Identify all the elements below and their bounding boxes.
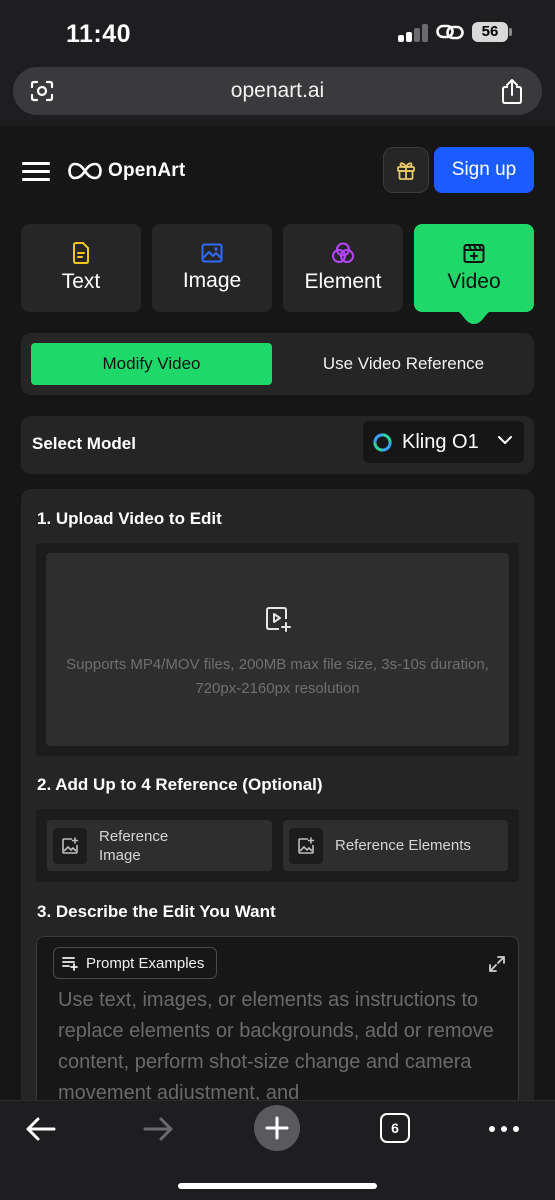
edit-panel: 1. Upload Video to Edit Supports MP4/MOV… bbox=[21, 489, 534, 1136]
reference-elements-label: Reference Elements bbox=[335, 837, 471, 854]
brand-logo[interactable]: OpenArt bbox=[68, 158, 185, 184]
use-video-reference-button[interactable]: Use Video Reference bbox=[283, 343, 524, 385]
model-dropdown[interactable]: Kling O1 bbox=[363, 421, 524, 463]
share-icon[interactable] bbox=[500, 77, 524, 105]
circles-icon bbox=[332, 242, 354, 263]
model-name: Kling O1 bbox=[402, 430, 479, 453]
url-text[interactable]: openart.ai bbox=[13, 79, 542, 103]
gift-icon bbox=[397, 162, 415, 180]
modify-video-button[interactable]: Modify Video bbox=[31, 343, 272, 385]
video-clapper-icon bbox=[463, 244, 485, 263]
prompt-examples-button[interactable]: Prompt Examples bbox=[53, 947, 218, 979]
tab-image[interactable]: Image bbox=[152, 224, 272, 312]
active-tab-indicator bbox=[455, 310, 493, 332]
arrow-right-icon bbox=[143, 1117, 173, 1141]
tab-label: Video bbox=[447, 270, 501, 293]
reference-image-button[interactable]: Reference Image bbox=[47, 820, 272, 871]
status-time: 11:40 bbox=[66, 20, 132, 48]
tab-video[interactable]: Video bbox=[414, 224, 534, 312]
prompt-placeholder: Use text, images, or elements as instruc… bbox=[58, 989, 494, 1104]
upload-requirements: Supports MP4/MOV files, 200MB max file s… bbox=[66, 656, 489, 697]
more-icon bbox=[489, 1126, 519, 1132]
kling-logo-icon bbox=[373, 432, 392, 452]
reference-image-label-line2: Image bbox=[99, 846, 141, 864]
upload-section-title: 1. Upload Video to Edit bbox=[37, 509, 222, 528]
tab-text[interactable]: Text bbox=[21, 224, 141, 312]
arrow-left-icon bbox=[26, 1117, 56, 1141]
list-add-icon bbox=[62, 957, 78, 971]
image-icon bbox=[201, 243, 223, 263]
address-bar[interactable]: openart.ai bbox=[13, 67, 542, 115]
tab-label: Image bbox=[182, 269, 242, 292]
back-button[interactable] bbox=[18, 1107, 62, 1151]
describe-section-title: 3. Describe the Edit You Want bbox=[37, 902, 276, 921]
more-button[interactable] bbox=[482, 1107, 526, 1151]
gift-button[interactable] bbox=[383, 147, 429, 193]
reference-image-label-line1: Reference bbox=[99, 827, 169, 845]
menu-icon[interactable] bbox=[22, 162, 50, 182]
document-icon bbox=[73, 242, 89, 264]
upload-area: Supports MP4/MOV files, 200MB max file s… bbox=[36, 543, 519, 756]
tabs-button[interactable]: 6 bbox=[380, 1113, 410, 1143]
tab-label: Text bbox=[61, 270, 101, 293]
browser-toolbar: 6 bbox=[0, 1100, 555, 1200]
prompt-examples-label: Prompt Examples bbox=[86, 954, 205, 972]
add-element-icon bbox=[289, 827, 323, 864]
video-add-icon bbox=[266, 607, 291, 632]
reference-section-title: 2. Add Up to 4 Reference (Optional) bbox=[37, 775, 323, 794]
add-image-icon bbox=[53, 827, 87, 864]
signup-button[interactable]: Sign up bbox=[434, 147, 534, 193]
app-content: OpenArt Sign up Text Image Element Video… bbox=[0, 126, 555, 1136]
battery-icon: 56 bbox=[472, 22, 512, 42]
video-upload-dropzone[interactable]: Supports MP4/MOV files, 200MB max file s… bbox=[46, 553, 509, 746]
reference-area: Reference Image Reference Elements bbox=[36, 809, 519, 882]
plus-icon bbox=[265, 1116, 289, 1140]
tab-label: Element bbox=[304, 270, 382, 293]
new-tab-button[interactable] bbox=[254, 1105, 300, 1151]
forward-button[interactable] bbox=[137, 1107, 181, 1151]
generation-tabs: Text Image Element Video bbox=[21, 224, 534, 312]
status-bar: 11:40 56 bbox=[0, 0, 555, 64]
brand-name: OpenArt bbox=[108, 160, 186, 181]
browser-chrome: openart.ai bbox=[0, 64, 555, 126]
expand-icon[interactable] bbox=[488, 955, 506, 973]
reference-elements-button[interactable]: Reference Elements bbox=[283, 820, 508, 871]
reference-image-label: Reference Image bbox=[99, 827, 168, 865]
select-model-label: Select Model bbox=[32, 434, 136, 453]
signal-icon bbox=[398, 24, 430, 42]
tab-element[interactable]: Element bbox=[283, 224, 403, 312]
home-indicator bbox=[178, 1183, 377, 1189]
openart-logo-icon bbox=[68, 162, 102, 180]
chevron-down-icon bbox=[498, 436, 512, 444]
link-icon bbox=[436, 24, 464, 40]
model-selector-card: Select Model Kling O1 bbox=[21, 416, 534, 474]
mode-toggle: Modify Video Use Video Reference bbox=[21, 333, 534, 395]
